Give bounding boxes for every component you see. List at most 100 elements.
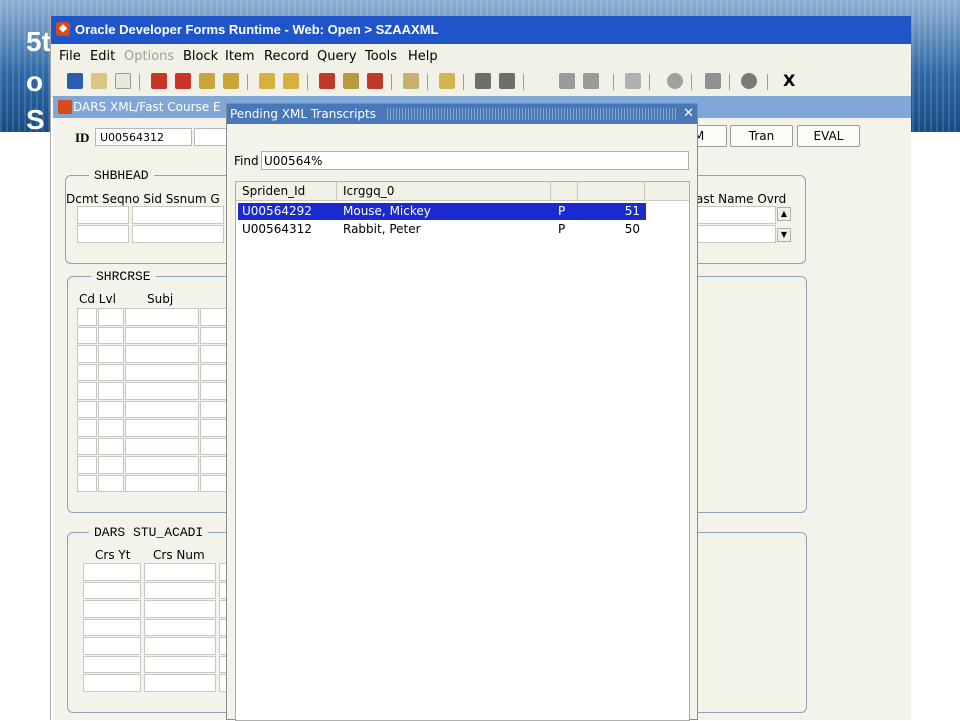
grid-cell[interactable] xyxy=(144,618,216,636)
grid-cell[interactable] xyxy=(98,456,124,474)
column-spriden-id[interactable]: Spriden_Id xyxy=(236,182,337,200)
grid-cell[interactable] xyxy=(98,326,124,344)
window-titlebar[interactable]: ◆ Oracle Developer Forms Runtime - Web: … xyxy=(51,16,911,44)
tran-button[interactable]: Tran xyxy=(730,125,793,147)
grid-cell[interactable] xyxy=(125,400,199,418)
find-input[interactable]: U00564% xyxy=(261,151,689,170)
grid-cell[interactable] xyxy=(77,326,97,344)
grid-cell[interactable] xyxy=(83,655,141,673)
help-icon[interactable] xyxy=(741,73,757,89)
grid-cell[interactable] xyxy=(83,563,141,581)
shbhead-cell[interactable] xyxy=(77,206,129,224)
grid-cell[interactable] xyxy=(77,437,97,455)
grid-cell[interactable] xyxy=(125,308,199,326)
id-field[interactable]: U00564312 xyxy=(95,128,192,146)
grid-cell[interactable] xyxy=(125,474,199,492)
scroll-down-icon[interactable]: ▼ xyxy=(777,228,791,242)
grid-cell[interactable] xyxy=(83,637,141,655)
grid-cell[interactable] xyxy=(77,382,97,400)
grid-cell[interactable] xyxy=(77,363,97,381)
column-flag[interactable] xyxy=(551,182,578,200)
delete-record-icon[interactable] xyxy=(223,73,239,89)
menu-block[interactable]: Block xyxy=(183,49,218,64)
export-icon[interactable] xyxy=(475,73,491,89)
grid-cell[interactable] xyxy=(144,563,216,581)
enter-query-icon[interactable] xyxy=(151,73,167,89)
undo-icon[interactable] xyxy=(91,73,107,89)
menu-query[interactable]: Query xyxy=(317,49,357,64)
column-number[interactable] xyxy=(578,182,645,200)
save-icon[interactable] xyxy=(67,73,83,89)
toolbar-separator xyxy=(691,74,692,90)
grid-cell[interactable] xyxy=(98,437,124,455)
grid-cell[interactable] xyxy=(98,345,124,363)
shbhead-cell[interactable] xyxy=(696,206,776,224)
eval-button[interactable]: EVAL xyxy=(797,125,860,147)
network-icon[interactable] xyxy=(705,73,721,89)
printer-icon[interactable] xyxy=(439,73,455,89)
shbhead-cell[interactable] xyxy=(696,225,776,243)
copy-icon[interactable] xyxy=(403,73,419,89)
menu-options[interactable]: Options xyxy=(124,49,174,64)
exit-icon[interactable]: X xyxy=(783,71,795,90)
grid-cell[interactable] xyxy=(83,674,141,692)
grid-cell[interactable] xyxy=(144,637,216,655)
grid-cell[interactable] xyxy=(83,600,141,618)
menu-help[interactable]: Help xyxy=(408,49,438,64)
grid-cell[interactable] xyxy=(98,308,124,326)
menu-tools[interactable]: Tools xyxy=(365,49,397,64)
name-field[interactable] xyxy=(194,128,230,146)
list-item[interactable]: U00564312 Rabbit, Peter P 50 xyxy=(238,221,646,238)
menu-record[interactable]: Record xyxy=(264,49,309,64)
grid-cell[interactable] xyxy=(77,400,97,418)
grid-cell[interactable] xyxy=(144,581,216,599)
shrcrse-title: SHRCRSE xyxy=(91,269,156,284)
grid-cell[interactable] xyxy=(125,456,199,474)
column-icrggq[interactable]: Icrggq_0 xyxy=(337,182,551,200)
grid-cell[interactable] xyxy=(77,308,97,326)
next-block-icon[interactable] xyxy=(283,73,299,89)
grid-cell[interactable] xyxy=(98,363,124,381)
grid-cell[interactable] xyxy=(83,618,141,636)
collapse-icon[interactable] xyxy=(559,73,575,89)
grid-cell[interactable] xyxy=(98,400,124,418)
grid-cell[interactable] xyxy=(144,655,216,673)
grid-cell[interactable] xyxy=(125,363,199,381)
grid-cell[interactable] xyxy=(125,382,199,400)
exit-query-icon[interactable] xyxy=(175,73,191,89)
insert-record-icon[interactable] xyxy=(199,73,215,89)
list-item[interactable]: U00564292 Mouse, Mickey P 51 xyxy=(237,202,647,221)
scroll-up-icon[interactable]: ▲ xyxy=(777,207,791,221)
grid-cell[interactable] xyxy=(98,474,124,492)
grid-cell[interactable] xyxy=(77,345,97,363)
expand-icon[interactable] xyxy=(583,73,599,89)
close-icon[interactable]: ✕ xyxy=(683,106,694,121)
remove-icon[interactable] xyxy=(367,73,383,89)
import-icon[interactable] xyxy=(499,73,515,89)
grid-cell[interactable] xyxy=(125,326,199,344)
speaker-icon[interactable] xyxy=(625,73,641,89)
grid-cell[interactable] xyxy=(144,674,216,692)
database-icon[interactable] xyxy=(343,73,359,89)
grid-cell[interactable] xyxy=(144,600,216,618)
rollback-icon[interactable] xyxy=(319,73,335,89)
target-icon[interactable] xyxy=(667,73,683,89)
grid-cell[interactable] xyxy=(98,419,124,437)
shbhead-cell[interactable] xyxy=(132,225,224,243)
grid-cell[interactable] xyxy=(125,437,199,455)
grid-cell[interactable] xyxy=(98,382,124,400)
grid-cell[interactable] xyxy=(77,456,97,474)
menu-file[interactable]: File xyxy=(59,49,81,64)
grid-cell[interactable] xyxy=(125,345,199,363)
grid-cell[interactable] xyxy=(77,474,97,492)
grid-cell[interactable] xyxy=(125,419,199,437)
shbhead-cell[interactable] xyxy=(132,206,224,224)
grid-cell[interactable] xyxy=(83,581,141,599)
prev-block-icon[interactable] xyxy=(259,73,275,89)
dialog-titlebar[interactable]: Pending XML Transcripts ✕ xyxy=(227,104,697,124)
menu-item[interactable]: Item xyxy=(225,49,255,64)
menu-edit[interactable]: Edit xyxy=(90,49,115,64)
grid-cell[interactable] xyxy=(77,419,97,437)
print-preview-icon[interactable] xyxy=(115,73,131,89)
shbhead-cell[interactable] xyxy=(77,225,129,243)
